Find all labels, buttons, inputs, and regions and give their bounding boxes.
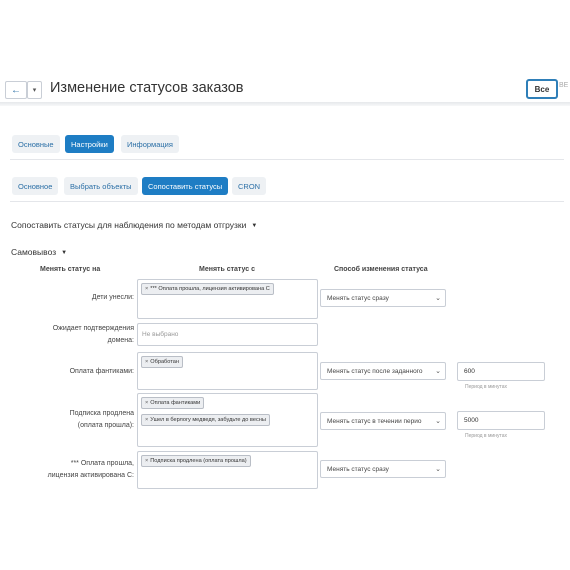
select-value: Менять статус сразу (327, 465, 389, 473)
status-multiselect[interactable]: Не выбрано (137, 323, 318, 346)
multiselect-placeholder: Не выбрано (142, 331, 179, 338)
tab-main[interactable]: Основные (12, 135, 60, 153)
chevron-down-icon: ▾ (32, 87, 37, 94)
subtabs-divider (10, 201, 564, 202)
tab-info[interactable]: Информация (121, 135, 179, 153)
caret-down-icon: ▼ (61, 250, 68, 256)
period-value: 600 (464, 368, 475, 375)
chip-label: Оплата фантиками (150, 400, 201, 406)
chip-label: Обработан (150, 359, 179, 365)
column-header-change-from: Менять статус с (199, 266, 255, 273)
period-hint: Период в минутах (465, 384, 507, 390)
remove-chip-icon[interactable]: × (145, 458, 148, 464)
section-title[interactable]: Сопоставить статусы для наблюдения по ме… (11, 220, 257, 230)
remove-chip-icon[interactable]: × (145, 359, 148, 365)
method-select[interactable]: Менять статус сразу ⌄ (320, 460, 446, 478)
row-label: *** Оплата прошла, лицензия активирована… (48, 458, 134, 482)
nav-dropdown-button[interactable]: ▾ (27, 81, 42, 99)
status-chip[interactable]: × Ушел в берлогу медведя, забудьте до ве… (141, 414, 270, 426)
row-label-line: лицензия активирована С: (47, 472, 134, 479)
page-title: Изменение статусов заказов (50, 80, 244, 96)
row-label: Оплата фантиками: (69, 368, 134, 375)
tabs-divider (10, 159, 564, 160)
status-chip[interactable]: × Оплата фантиками (141, 397, 205, 409)
row-label-line: Ожидает подтверждения (52, 325, 134, 332)
subtab-map-statuses[interactable]: Сопоставить статусы (142, 177, 229, 195)
method-select[interactable]: Менять статус после заданного ⌄ (320, 362, 446, 380)
remove-chip-icon[interactable]: × (145, 400, 148, 406)
row-label-line: (оплата прошла): (77, 422, 134, 429)
row-label-line: Подписка продлена (69, 410, 134, 417)
select-value: Менять статус в течении перио (327, 417, 422, 425)
all-button[interactable]: Все (526, 79, 558, 99)
method-select[interactable]: Менять статус в течении перио ⌄ (320, 412, 446, 430)
chip-label: Ушел в берлогу медведя, забудьте до весн… (150, 417, 266, 423)
status-multiselect[interactable]: × *** Оплата прошла, лицензия активирова… (137, 279, 318, 319)
subtab-cron[interactable]: CRON (232, 177, 267, 195)
period-value: 5000 (464, 417, 479, 424)
status-multiselect[interactable]: × Обработан (137, 352, 318, 390)
section-title-text: Сопоставить статусы для наблюдения по ме… (11, 220, 247, 230)
row-label-line: *** Оплата прошла, (70, 460, 134, 467)
select-value: Менять статус после заданного (327, 367, 423, 375)
status-chip[interactable]: × Обработан (141, 356, 183, 368)
period-input[interactable]: 5000 (457, 411, 545, 430)
subtab-basic[interactable]: Основное (12, 177, 59, 195)
period-input[interactable]: 600 (457, 362, 545, 381)
caret-down-icon: ▼ (251, 223, 258, 229)
status-multiselect[interactable]: × Подписка продлена (оплата прошла) (137, 451, 318, 489)
chevron-down-icon: ⌄ (435, 368, 441, 375)
status-chip[interactable]: × *** Оплата прошла, лицензия активирова… (141, 283, 274, 295)
chevron-down-icon: ⌄ (435, 466, 441, 473)
row-label-line: домена: (107, 337, 134, 344)
select-value: Менять статус сразу (327, 294, 389, 302)
header-shadow (0, 102, 570, 106)
status-chip[interactable]: × Подписка продлена (оплата прошла) (141, 455, 251, 467)
group-title[interactable]: Самовывоз ▼ (11, 247, 67, 257)
extra-tab[interactable]: ВЕ (559, 82, 568, 89)
subtab-select-objects[interactable]: Выбрать объекты (64, 177, 138, 195)
remove-chip-icon[interactable]: × (145, 286, 148, 292)
remove-chip-icon[interactable]: × (145, 417, 148, 423)
column-header-method: Способ изменения статуса (334, 266, 428, 273)
period-hint: Период в минутах (465, 433, 507, 439)
chevron-down-icon: ⌄ (435, 418, 441, 425)
row-label: Ожидает подтверждения домена: (53, 323, 134, 347)
status-multiselect[interactable]: × Оплата фантиками × Ушел в берлогу медв… (137, 393, 318, 447)
chevron-down-icon: ⌄ (435, 295, 441, 302)
method-select[interactable]: Менять статус сразу ⌄ (320, 289, 446, 307)
row-label: Подписка продлена (оплата прошла): (70, 408, 134, 432)
back-arrow-icon: ← (11, 84, 21, 96)
chip-label: *** Оплата прошла, лицензия активирована… (150, 286, 270, 292)
row-label: Дети унесли: (91, 294, 134, 301)
back-button[interactable]: ← (5, 81, 27, 99)
tab-settings[interactable]: Настройки (65, 135, 114, 153)
group-title-text: Самовывоз (11, 247, 57, 257)
chip-label: Подписка продлена (оплата прошла) (150, 458, 247, 464)
column-header-change-on: Менять статус на (40, 266, 101, 273)
